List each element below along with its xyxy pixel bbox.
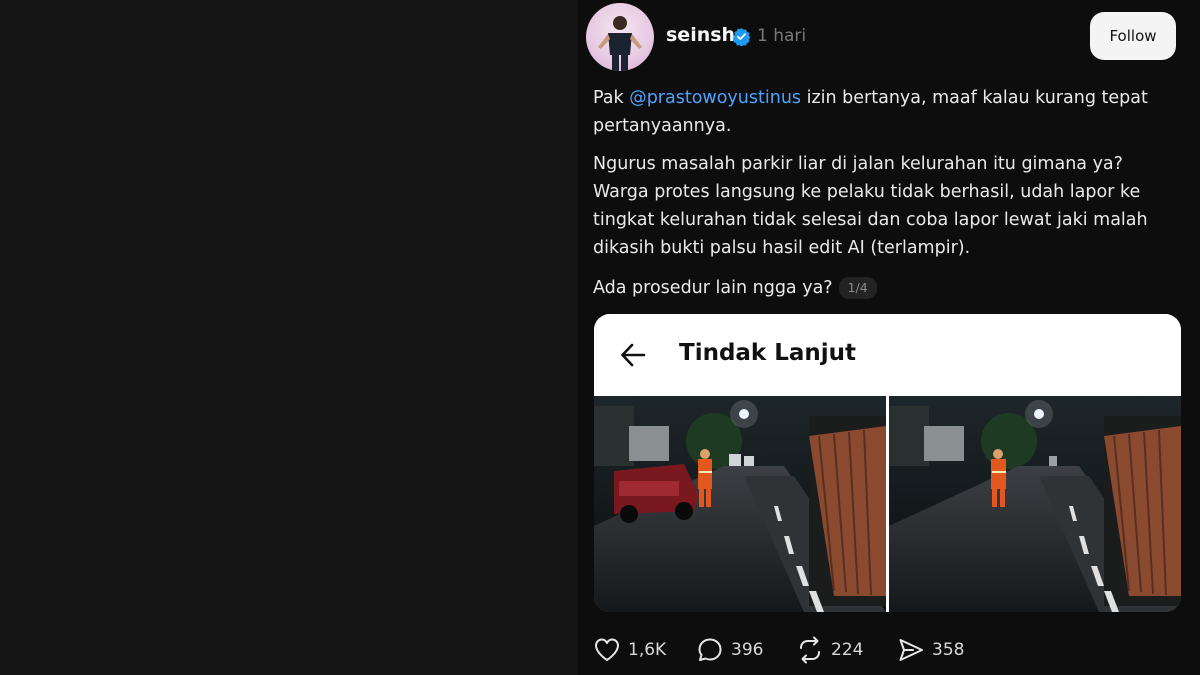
question-text: Ada prosedur lain ngga ya? xyxy=(593,278,833,298)
share-button[interactable]: 358 xyxy=(896,632,964,668)
mention-link[interactable]: @prastowoyustinus xyxy=(629,88,801,108)
media-attachment[interactable]: Tindak Lanjut xyxy=(594,314,1181,612)
post-timestamp: 1 hari xyxy=(757,26,807,46)
post-paragraph-2: Ngurus masalah parkir liar di jalan kelu… xyxy=(593,154,1148,258)
photo-1[interactable] xyxy=(594,396,886,612)
photo-2[interactable] xyxy=(889,396,1181,612)
share-icon xyxy=(899,639,923,661)
verified-badge-icon xyxy=(733,28,751,46)
back-arrow-icon xyxy=(621,343,646,367)
post-paragraph-1: Pak @prastowoyustinus izin bertanya, maa… xyxy=(593,84,1173,140)
left-pane xyxy=(0,0,578,675)
repost-icon xyxy=(800,636,820,664)
avatar[interactable] xyxy=(586,3,654,71)
media-counter-badge: 1/4 xyxy=(838,277,877,299)
like-count: 1,6K xyxy=(628,640,667,660)
media-title: Tindak Lanjut xyxy=(679,340,857,366)
username[interactable]: seinsh xyxy=(666,24,735,46)
repost-button[interactable]: 224 xyxy=(795,632,863,668)
share-count: 358 xyxy=(932,640,965,660)
reply-icon xyxy=(698,638,722,661)
media-header: Tindak Lanjut xyxy=(594,314,1181,396)
post-action-bar: 1,6K 396 224 358 xyxy=(590,632,1190,668)
like-button[interactable]: 1,6K xyxy=(592,632,666,668)
text-prefix: Pak xyxy=(593,88,630,108)
post-paragraph-3: Ada prosedur lain ngga ya? 1/4 xyxy=(593,274,1173,302)
repost-count: 224 xyxy=(831,640,864,660)
heart-icon xyxy=(595,638,619,661)
reply-count: 396 xyxy=(731,640,764,660)
reply-button[interactable]: 396 xyxy=(695,632,763,668)
follow-button[interactable]: Follow xyxy=(1090,12,1176,60)
